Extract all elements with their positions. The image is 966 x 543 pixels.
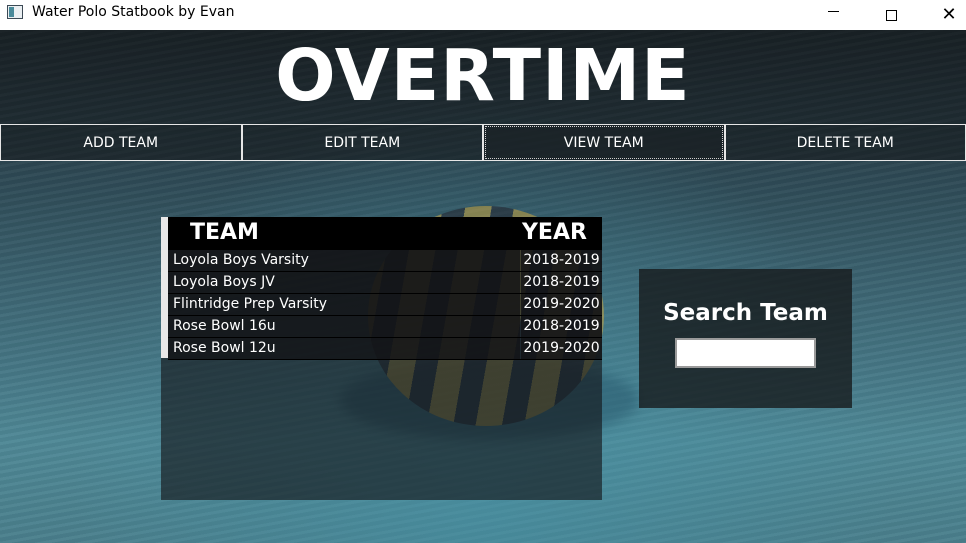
table-row[interactable]: Loyola Boys Varsity 2018-2019	[168, 250, 602, 272]
main-nav: ADD TEAM EDIT TEAM VIEW TEAM DELETE TEAM	[0, 124, 966, 161]
maximize-icon	[885, 9, 897, 21]
maximize-button[interactable]	[868, 0, 914, 30]
edit-team-button[interactable]: EDIT TEAM	[241, 124, 483, 161]
app-title: OVERTIME	[275, 34, 691, 117]
window-titlebar: Water Polo Statbook by Evan ✕	[0, 0, 966, 30]
table-row[interactable]: Flintridge Prep Varsity 2019-2020	[168, 294, 602, 316]
add-team-button[interactable]: ADD TEAM	[0, 124, 242, 161]
team-name-cell[interactable]: Rose Bowl 12u	[168, 338, 520, 359]
table-row[interactable]: Rose Bowl 16u 2018-2019	[168, 316, 602, 338]
table-row[interactable]: Rose Bowl 12u 2019-2020	[168, 338, 602, 360]
table-row[interactable]: Loyola Boys JV 2018-2019	[168, 272, 602, 294]
column-header-team: TEAM	[190, 220, 259, 245]
minimize-icon	[827, 10, 839, 12]
team-year-cell[interactable]: 2018-2019	[521, 272, 602, 293]
app-icon	[7, 5, 23, 19]
team-name-cell[interactable]: Loyola Boys Varsity	[168, 250, 520, 271]
team-table-body: Loyola Boys Varsity 2018-2019 Loyola Boy…	[168, 250, 602, 360]
team-year-cell[interactable]: 2018-2019	[521, 250, 602, 271]
search-team-label: Search Team	[663, 300, 828, 326]
search-team-input[interactable]	[675, 338, 816, 368]
close-button[interactable]: ✕	[926, 0, 966, 30]
view-team-button[interactable]: VIEW TEAM	[483, 124, 725, 161]
team-year-cell[interactable]: 2019-2020	[521, 294, 602, 315]
minimize-button[interactable]	[810, 0, 856, 30]
window-title: Water Polo Statbook by Evan	[32, 4, 235, 20]
team-year-cell[interactable]: 2018-2019	[521, 316, 602, 337]
table-row-selector-stripe	[161, 217, 168, 358]
team-name-cell[interactable]: Loyola Boys JV	[168, 272, 520, 293]
column-header-year: YEAR	[522, 220, 587, 245]
team-year-cell[interactable]: 2019-2020	[521, 338, 602, 359]
team-name-cell[interactable]: Rose Bowl 16u	[168, 316, 520, 337]
team-name-cell[interactable]: Flintridge Prep Varsity	[168, 294, 520, 315]
delete-team-button[interactable]: DELETE TEAM	[724, 124, 966, 161]
close-icon: ✕	[941, 4, 957, 25]
